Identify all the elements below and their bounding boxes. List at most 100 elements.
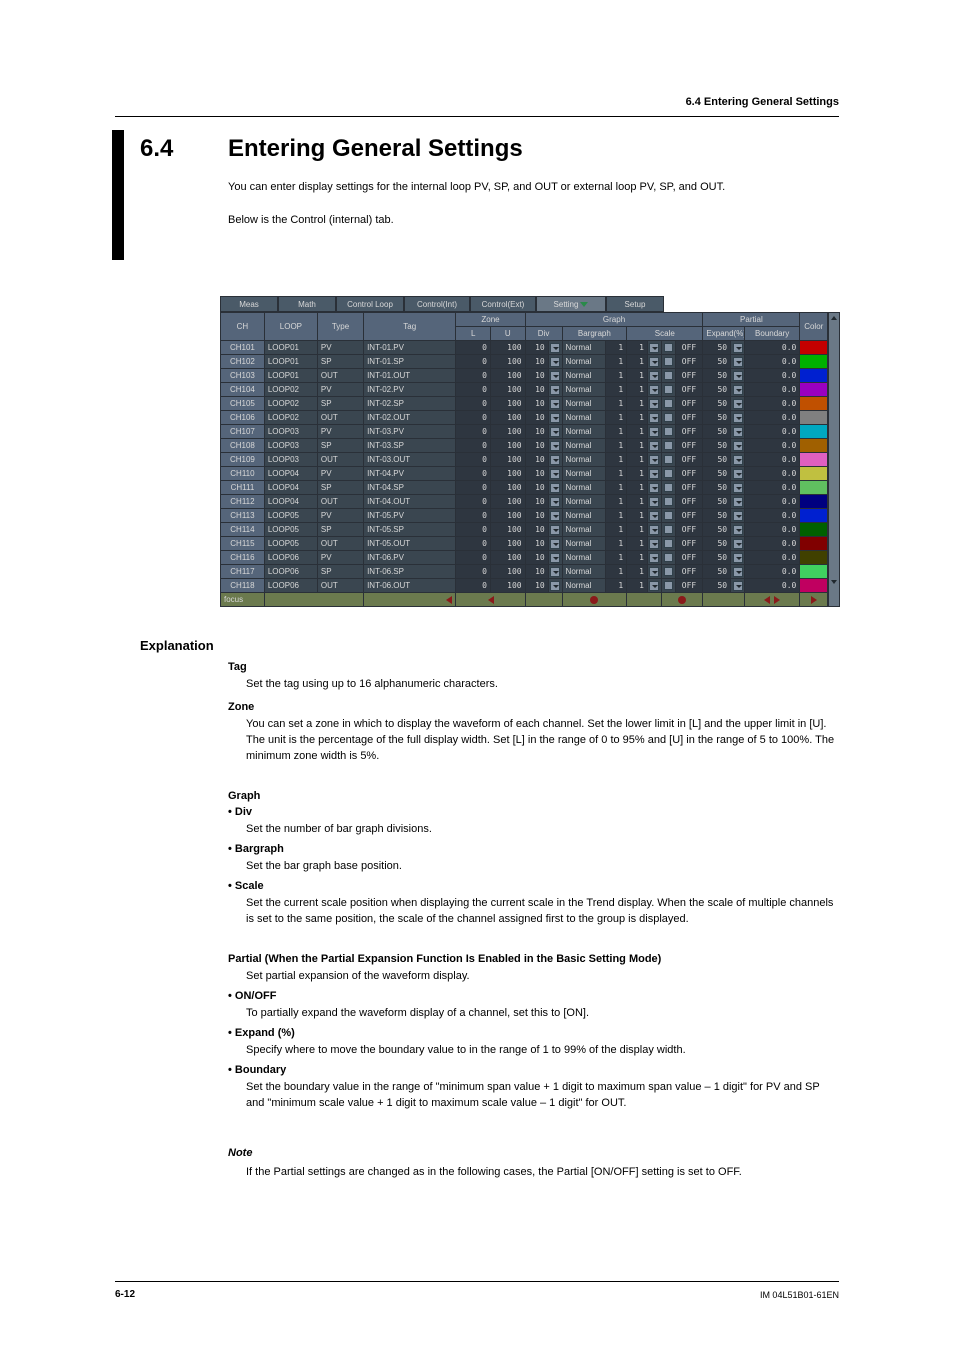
row-div[interactable]: 10 xyxy=(525,341,548,355)
row-expand[interactable]: 50 xyxy=(703,355,731,369)
row-zone-l[interactable]: 0 xyxy=(456,579,491,593)
row-scale-b[interactable]: 1 xyxy=(627,481,648,495)
row-type[interactable]: OUT xyxy=(317,579,363,593)
row-bargraph[interactable]: Normal xyxy=(562,341,606,355)
row-tag[interactable]: INT-06.OUT xyxy=(364,579,456,593)
row-div[interactable]: 10 xyxy=(525,565,548,579)
row-type[interactable]: OUT xyxy=(317,369,363,383)
table-row[interactable]: CH112LOOP04OUTINT-04.OUT010010Normal11OF… xyxy=(221,495,828,509)
row-type[interactable]: SP xyxy=(317,481,363,495)
row-partial-check[interactable] xyxy=(661,495,675,509)
table-row[interactable]: CH103LOOP01OUTINT-01.OUT010010Normal11OF… xyxy=(221,369,828,383)
row-tag[interactable]: INT-06.PV xyxy=(364,551,456,565)
row-scale-b[interactable]: 1 xyxy=(627,425,648,439)
nav-first[interactable] xyxy=(364,593,456,607)
table-row[interactable]: CH111LOOP04SPINT-04.SP010010Normal11OFF5… xyxy=(221,481,828,495)
settings-grid[interactable]: CH LOOP Type Tag Zone Graph Partial Colo… xyxy=(220,312,828,607)
row-tag[interactable]: INT-01.OUT xyxy=(364,369,456,383)
row-partial-check[interactable] xyxy=(661,453,675,467)
row-loop[interactable]: LOOP04 xyxy=(264,495,317,509)
row-tag[interactable]: INT-03.SP xyxy=(364,439,456,453)
row-div-dropdown[interactable] xyxy=(548,355,562,369)
row-scale-dropdown[interactable] xyxy=(647,509,661,523)
col-zone-l[interactable]: L xyxy=(456,327,491,341)
row-type[interactable]: OUT xyxy=(317,453,363,467)
row-zone-u[interactable]: 100 xyxy=(491,509,526,523)
row-scale-b[interactable]: 1 xyxy=(627,537,648,551)
row-partial-check[interactable] xyxy=(661,425,675,439)
row-scale-a[interactable]: 1 xyxy=(606,467,627,481)
row-div-dropdown[interactable] xyxy=(548,495,562,509)
row-div-dropdown[interactable] xyxy=(548,537,562,551)
row-color[interactable] xyxy=(800,411,828,425)
row-div-dropdown[interactable] xyxy=(548,383,562,397)
row-partial-state[interactable]: OFF xyxy=(675,467,703,481)
row-bargraph[interactable]: Normal xyxy=(562,537,606,551)
row-expand[interactable]: 50 xyxy=(703,523,731,537)
row-div[interactable]: 10 xyxy=(525,369,548,383)
row-zone-u[interactable]: 100 xyxy=(491,355,526,369)
row-expand[interactable]: 50 xyxy=(703,341,731,355)
table-row[interactable]: CH105LOOP02SPINT-02.SP010010Normal11OFF5… xyxy=(221,397,828,411)
row-zone-u[interactable]: 100 xyxy=(491,397,526,411)
row-div-dropdown[interactable] xyxy=(548,467,562,481)
row-expand[interactable]: 50 xyxy=(703,453,731,467)
row-partial-state[interactable]: OFF xyxy=(675,537,703,551)
row-scale-dropdown[interactable] xyxy=(647,411,661,425)
row-bargraph[interactable]: Normal xyxy=(562,397,606,411)
row-div-dropdown[interactable] xyxy=(548,425,562,439)
row-bargraph[interactable]: Normal xyxy=(562,467,606,481)
row-div-dropdown[interactable] xyxy=(548,523,562,537)
row-color[interactable] xyxy=(800,523,828,537)
grid-scrollbar[interactable] xyxy=(828,312,840,607)
row-expand-dropdown[interactable] xyxy=(731,565,745,579)
table-row[interactable]: CH107LOOP03PVINT-03.PV010010Normal11OFF5… xyxy=(221,425,828,439)
col-tag[interactable]: Tag xyxy=(364,313,456,341)
row-div[interactable]: 10 xyxy=(525,551,548,565)
row-bargraph[interactable]: Normal xyxy=(562,579,606,593)
row-partial-check[interactable] xyxy=(661,467,675,481)
col-div[interactable]: Div xyxy=(525,327,562,341)
nav-btn-6[interactable] xyxy=(627,593,662,607)
row-partial-state[interactable]: OFF xyxy=(675,481,703,495)
row-scale-a[interactable]: 1 xyxy=(606,537,627,551)
row-scale-a[interactable]: 1 xyxy=(606,439,627,453)
row-div[interactable]: 10 xyxy=(525,579,548,593)
row-loop[interactable]: LOOP05 xyxy=(264,509,317,523)
row-type[interactable]: SP xyxy=(317,439,363,453)
row-bargraph[interactable]: Normal xyxy=(562,509,606,523)
row-expand[interactable]: 50 xyxy=(703,551,731,565)
row-color[interactable] xyxy=(800,537,828,551)
row-expand[interactable]: 50 xyxy=(703,383,731,397)
row-expand[interactable]: 50 xyxy=(703,565,731,579)
col-ch[interactable]: CH xyxy=(221,313,265,341)
row-color[interactable] xyxy=(800,369,828,383)
row-div-dropdown[interactable] xyxy=(548,509,562,523)
row-scale-dropdown[interactable] xyxy=(647,341,661,355)
row-boundary[interactable]: 0.0 xyxy=(744,537,799,551)
row-zone-l[interactable]: 0 xyxy=(456,425,491,439)
nav-prev[interactable] xyxy=(456,593,525,607)
tab-setting[interactable]: Setting xyxy=(536,296,606,312)
row-zone-u[interactable]: 100 xyxy=(491,551,526,565)
row-boundary[interactable]: 0.0 xyxy=(744,425,799,439)
row-zone-l[interactable]: 0 xyxy=(456,341,491,355)
row-color[interactable] xyxy=(800,551,828,565)
col-color[interactable]: Color xyxy=(800,313,828,341)
row-zone-u[interactable]: 100 xyxy=(491,565,526,579)
row-scale-dropdown[interactable] xyxy=(647,551,661,565)
row-zone-l[interactable]: 0 xyxy=(456,565,491,579)
row-partial-state[interactable]: OFF xyxy=(675,453,703,467)
row-type[interactable]: OUT xyxy=(317,537,363,551)
row-partial-state[interactable]: OFF xyxy=(675,425,703,439)
row-scale-dropdown[interactable] xyxy=(647,355,661,369)
row-tag[interactable]: INT-02.OUT xyxy=(364,411,456,425)
col-boundary[interactable]: Boundary xyxy=(744,327,799,341)
row-expand[interactable]: 50 xyxy=(703,495,731,509)
row-loop[interactable]: LOOP02 xyxy=(264,383,317,397)
row-boundary[interactable]: 0.0 xyxy=(744,383,799,397)
row-partial-check[interactable] xyxy=(661,551,675,565)
row-partial-check[interactable] xyxy=(661,355,675,369)
row-scale-b[interactable]: 1 xyxy=(627,341,648,355)
row-boundary[interactable]: 0.0 xyxy=(744,579,799,593)
